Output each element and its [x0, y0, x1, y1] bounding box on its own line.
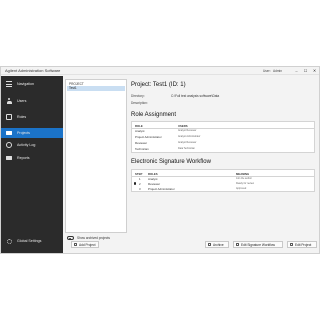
minimize-button[interactable]: – — [292, 67, 301, 75]
edit-icon — [236, 243, 239, 246]
roles-icon — [6, 114, 12, 120]
sidebar-item-projects[interactable]: Projects — [1, 128, 63, 138]
role-cell: Reviewer — [148, 182, 161, 186]
menu-icon — [6, 81, 12, 87]
step-cell: 1 — [139, 177, 141, 181]
sidebar-item-label: Reports — [17, 156, 30, 160]
sidebar-item-global-settings[interactable]: Global Settings — [1, 236, 63, 246]
esig-workflow-title: Electronic Signature Workflow — [131, 159, 211, 165]
sidebar-item-label: Users — [17, 99, 27, 103]
step-cell: 2 — [139, 182, 141, 186]
edit-signature-workflow-label: Edit Signature Workflow — [241, 242, 275, 247]
edit-icon — [290, 243, 293, 246]
sidebar-item-reports[interactable]: Reports — [1, 153, 63, 163]
sidebar-item-navigation[interactable]: Navigation — [1, 79, 63, 89]
project-list: PROJECT Test1 — [65, 79, 127, 233]
archive-button[interactable]: Archive — [205, 241, 229, 248]
header-divider — [132, 127, 314, 129]
sidebar: Navigation Users Roles Projects Activity… — [1, 76, 63, 253]
close-button[interactable]: ✕ — [310, 67, 319, 75]
meaning-cell: Join the author — [236, 177, 252, 181]
show-archived-toggle-group: Show archived projects — [67, 236, 110, 240]
archive-icon — [208, 243, 211, 246]
archive-label: Archive — [213, 242, 224, 247]
edit-signature-workflow-button[interactable]: Edit Signature Workflow — [233, 241, 283, 248]
step-cell: 3 — [139, 187, 141, 191]
role-assignment-title: Role Assignment — [131, 112, 177, 118]
gear-icon — [6, 238, 12, 244]
activity-log-icon — [6, 142, 12, 148]
sidebar-item-label: Roles — [17, 115, 27, 119]
directory-label: Directory: — [131, 94, 145, 98]
maximize-button[interactable]: ☐ — [301, 67, 310, 75]
role-cell: Analyst — [148, 177, 158, 181]
role-cell: Analyst — [135, 129, 145, 133]
page-title: Project: Test1 (ID: 1) — [131, 82, 186, 88]
window-title: Agilent Administration Software — [5, 68, 61, 73]
show-archived-toggle[interactable] — [67, 236, 74, 240]
directory-value: C:\Full test analysis software\Data — [171, 94, 220, 98]
sidebar-item-label: Global Settings — [17, 239, 42, 243]
users-cell: Analyst Reviewer — [178, 129, 197, 133]
edit-project-label: Edit Project — [295, 242, 312, 247]
reports-icon — [6, 155, 12, 161]
users-cell: Data Technician — [178, 147, 195, 151]
sidebar-item-roles[interactable]: Roles — [1, 112, 63, 122]
title-bar: Agilent Administration Software User: Ad… — [1, 67, 319, 75]
sidebar-item-activity-log[interactable]: Activity Log — [1, 140, 63, 150]
description-label: Description: — [131, 101, 148, 105]
sidebar-item-label: Projects — [17, 131, 30, 135]
add-icon — [74, 243, 77, 246]
sidebar-item-users[interactable]: Users — [1, 96, 63, 106]
edit-project-button[interactable]: Edit Project — [287, 241, 317, 248]
app-window: Agilent Administration Software User: Ad… — [0, 66, 320, 254]
current-step-marker — [133, 182, 136, 185]
role-assignment-table: ROLE USERS Analyst Analyst Reviewer Proj… — [131, 121, 315, 153]
users-cell: Analyst Reviewer — [178, 141, 197, 145]
header-divider — [132, 175, 314, 177]
user-label: User: — [263, 68, 271, 73]
current-user: Admin — [273, 68, 283, 73]
sidebar-item-label: Navigation — [17, 82, 34, 86]
role-cell: Technician — [135, 147, 149, 151]
project-list-header: PROJECT — [69, 81, 84, 86]
meaning-cell: Approved — [236, 187, 247, 191]
add-project-label: Add Project — [79, 242, 96, 247]
user-icon — [6, 98, 12, 104]
project-list-item[interactable]: Test1 — [67, 86, 125, 91]
sidebar-item-label: Activity Log — [17, 143, 36, 147]
show-archived-label: Show archived projects — [77, 236, 110, 240]
users-cell: Analyst Administrator — [178, 135, 201, 139]
esig-workflow-table: STEP ROLES MEANING 1 Analyst Join the au… — [131, 169, 315, 192]
role-cell: Project Administrator — [148, 187, 175, 191]
meaning-cell: Ready for review — [236, 182, 254, 186]
add-project-button[interactable]: Add Project — [71, 241, 99, 248]
role-cell: Reviewer — [135, 141, 148, 145]
projects-icon — [6, 130, 12, 136]
role-cell: Project Administrator — [135, 135, 162, 139]
